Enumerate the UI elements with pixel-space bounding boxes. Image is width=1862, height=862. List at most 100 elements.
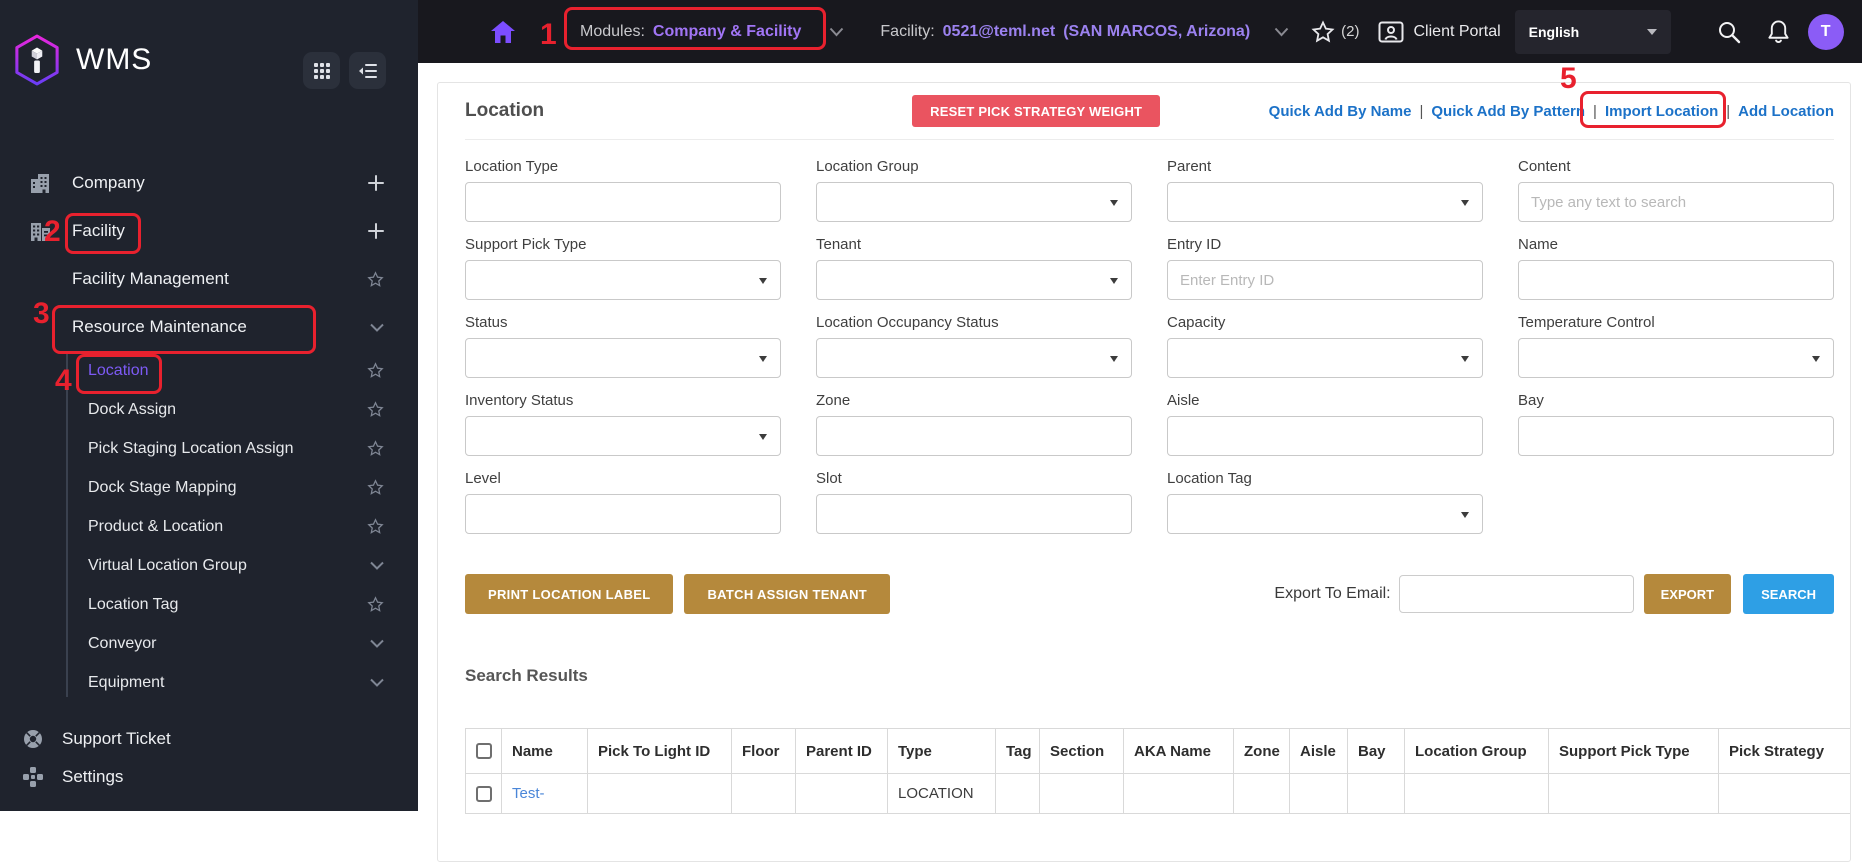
location-occupancy-status-select[interactable] <box>816 338 1132 378</box>
contact-card-icon[interactable] <box>1378 21 1404 43</box>
export-to-email-label: Export To Email: <box>1274 585 1391 602</box>
level-field: Level <box>465 470 781 534</box>
sidebar-item-facility-management[interactable]: Facility Management <box>0 255 418 303</box>
sidebar-item-dock-stage-mapping[interactable]: Dock Stage Mapping <box>0 468 418 507</box>
print-location-label-button[interactable]: PRINT LOCATION LABEL <box>465 574 674 614</box>
support-pick-type-select[interactable] <box>465 260 781 300</box>
notifications-bell-icon[interactable] <box>1767 19 1790 44</box>
caret-down-icon <box>1461 512 1469 518</box>
column-header: Pick Strategy <box>1718 728 1850 774</box>
field-label: Capacity <box>1167 314 1226 331</box>
sidebar-item-label: Product & Location <box>88 517 224 535</box>
export-button[interactable]: EXPORT <box>1643 574 1732 614</box>
slot-input[interactable] <box>816 494 1132 534</box>
sidebar-item-resource-maintenance[interactable]: Resource Maintenance <box>0 303 418 351</box>
location-tag-field: Location Tag <box>1167 470 1483 534</box>
location-group-field: Location Group <box>816 158 1132 222</box>
column-header: Name <box>501 728 588 774</box>
level-input[interactable] <box>465 494 781 534</box>
field-label: Bay <box>1518 392 1544 409</box>
reset-pick-strategy-weight-button[interactable]: RESET PICK STRATEGY WEIGHT <box>912 95 1161 127</box>
batch-assign-tenant-button[interactable]: BATCH ASSIGN TENANT <box>684 574 891 614</box>
aisle-field: Aisle <box>1167 392 1483 456</box>
aisle-input[interactable] <box>1167 416 1483 456</box>
column-header: Zone <box>1233 728 1290 774</box>
sidebar-item-dock-assign[interactable]: Dock Assign <box>0 390 418 429</box>
parent-select[interactable] <box>1167 182 1483 222</box>
favorites-button[interactable]: (2) <box>1311 19 1360 44</box>
sidebar-item-label: Pick Staging Location Assign <box>88 439 294 457</box>
row-checkbox[interactable] <box>476 785 492 802</box>
chevron-down-icon[interactable] <box>1274 27 1289 37</box>
search-icon[interactable] <box>1717 20 1741 44</box>
favorite-star-icon[interactable] <box>367 362 384 379</box>
link-separator: | <box>1593 102 1597 120</box>
name-input[interactable] <box>1518 260 1834 300</box>
quick-add-by-name-link[interactable]: Quick Add By Name <box>1269 103 1412 120</box>
modules-selector[interactable]: Modules: Company & Facility <box>566 12 815 52</box>
caret-down-icon <box>1461 200 1469 206</box>
location-group-select[interactable] <box>816 182 1132 222</box>
column-header: Location Group <box>1404 728 1549 774</box>
add-location-link[interactable]: Add Location <box>1738 103 1834 120</box>
apps-grid-button[interactable] <box>303 52 340 89</box>
temperature-control-select[interactable] <box>1518 338 1834 378</box>
sidebar-item-equipment[interactable]: Equipment <box>0 663 418 697</box>
tenant-select[interactable] <box>816 260 1132 300</box>
location-type-input[interactable] <box>465 182 781 222</box>
favorite-star-icon[interactable] <box>367 479 384 496</box>
select-all-checkbox[interactable] <box>476 743 492 759</box>
plus-icon[interactable] <box>368 223 384 239</box>
facility-value: 0521@teml.net <box>942 22 1056 40</box>
field-label: Location Tag <box>1167 470 1252 487</box>
entry-id-input[interactable] <box>1167 260 1483 300</box>
caret-down-icon <box>1812 356 1820 362</box>
facility-selector[interactable]: Facility: 0521@teml.net (SAN MARCOS, Ari… <box>880 23 1250 41</box>
column-header: Section <box>1039 728 1124 774</box>
sidebar-item-product-and-location[interactable]: Product & Location <box>0 507 418 546</box>
column-header: Bay <box>1347 728 1405 774</box>
modules-value: Company & Facility <box>652 22 802 40</box>
user-avatar[interactable]: T <box>1807 13 1844 50</box>
chevron-down-icon[interactable] <box>829 27 844 37</box>
favorite-star-icon[interactable] <box>367 596 384 613</box>
entry-id-field: Entry ID <box>1167 236 1483 300</box>
inventory-status-select[interactable] <box>465 416 781 456</box>
collapse-sidebar-button[interactable] <box>349 52 386 89</box>
plus-icon[interactable] <box>368 175 384 191</box>
content-input[interactable] <box>1518 182 1834 222</box>
client-portal-link[interactable]: Client Portal <box>1414 23 1501 41</box>
chevron-down-icon <box>370 561 384 570</box>
export-email-input[interactable] <box>1398 575 1634 613</box>
favorite-star-icon[interactable] <box>367 401 384 418</box>
bay-input[interactable] <box>1518 416 1834 456</box>
home-icon[interactable] <box>490 20 516 44</box>
sidebar-item-conveyor[interactable]: Conveyor <box>0 624 418 663</box>
sidebar-item-settings[interactable]: Settings <box>0 758 418 796</box>
sidebar-item-pick-staging-location-assign[interactable]: Pick Staging Location Assign <box>0 429 418 468</box>
quick-add-by-pattern-link[interactable]: Quick Add By Pattern <box>1431 103 1585 120</box>
favorite-star-icon[interactable] <box>367 270 384 288</box>
capacity-select[interactable] <box>1167 338 1483 378</box>
sidebar-item-company[interactable]: Company <box>0 159 418 207</box>
status-select[interactable] <box>465 338 781 378</box>
table-cell-type: LOCATION <box>887 773 996 814</box>
link-separator: | <box>1726 102 1731 120</box>
import-location-link[interactable]: Import Location <box>1605 103 1718 120</box>
location-name-link[interactable]: Test- <box>512 785 545 802</box>
location-tag-select[interactable] <box>1167 494 1483 534</box>
sidebar-item-location[interactable]: Location <box>0 351 418 390</box>
sidebar-item-label: Location <box>88 361 149 379</box>
favorite-star-icon[interactable] <box>367 518 384 535</box>
favorite-star-icon[interactable] <box>367 440 384 457</box>
field-label: Content <box>1518 158 1571 175</box>
sidebar-item-facility[interactable]: Facility <box>0 207 418 255</box>
field-label: Location Type <box>465 158 559 175</box>
zone-input[interactable] <box>816 416 1132 456</box>
language-dropdown[interactable]: English <box>1514 9 1671 54</box>
sidebar-item-support-ticket[interactable]: Support Ticket <box>0 720 418 758</box>
sidebar-item-location-tag[interactable]: Location Tag <box>0 585 418 624</box>
search-button[interactable]: SEARCH <box>1743 574 1834 614</box>
collapse-menu-icon <box>358 63 377 79</box>
sidebar-item-virtual-location-group[interactable]: Virtual Location Group <box>0 546 418 585</box>
